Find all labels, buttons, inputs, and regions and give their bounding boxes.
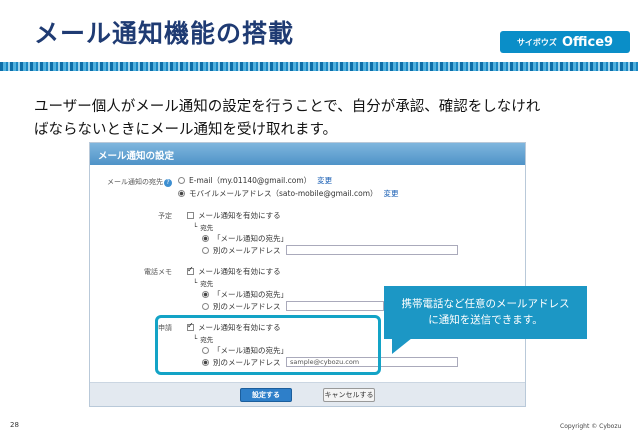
- schedule-enable-checkbox[interactable]: [187, 211, 194, 219]
- schedule-other-email-input[interactable]: [286, 245, 458, 255]
- copyright-text: Copyright © Cybozu: [560, 423, 622, 430]
- panel-footer: 設定する キャンセルする: [90, 382, 525, 406]
- schedule-radio-other[interactable]: [202, 246, 209, 254]
- help-icon[interactable]: ?: [164, 179, 172, 187]
- logo-small-text: サイボウズ: [516, 37, 557, 47]
- callout-line-1: 携帯電話など任意のメールアドレス: [401, 298, 570, 310]
- phone-memo-opt-default[interactable]: 「メール通知の宛先」: [202, 288, 288, 300]
- callout-tail: [392, 338, 412, 354]
- schedule-opt-other[interactable]: 別のメールアドレス: [202, 244, 281, 256]
- slide-title: メール通知機能の搭載: [34, 19, 295, 48]
- phone-memo-radio-default[interactable]: [202, 290, 209, 298]
- panel-title: メール通知の設定: [90, 143, 525, 165]
- radio-mobile[interactable]: [178, 189, 185, 197]
- phone-memo-enable-checkbox[interactable]: [187, 265, 194, 275]
- schedule-radio-default[interactable]: [202, 234, 209, 242]
- save-button[interactable]: 設定する: [240, 388, 292, 402]
- cancel-button[interactable]: キャンセルする: [323, 388, 375, 402]
- callout-line-2: に通知を送信できます。: [428, 314, 543, 326]
- recipient-option-email[interactable]: E-mail（my.01140@gmail.com） 変更: [178, 174, 332, 186]
- section-label-phone-memo: 電話メモ: [144, 268, 172, 276]
- intro-line-2: ばならないときにメール通知を受け取れます。: [34, 122, 338, 138]
- intro-line-1: ユーザー個人がメール通知の設定を行うことで、自分が承認、確認をしなけれ: [34, 99, 541, 115]
- section-label-schedule: 予定: [158, 212, 172, 220]
- schedule-opt-default[interactable]: 「メール通知の宛先」: [202, 232, 288, 244]
- recipient-label: メール通知の宛先?: [92, 177, 172, 187]
- phone-memo-opt-other[interactable]: 別のメールアドレス: [202, 300, 281, 312]
- phone-memo-enable[interactable]: メール通知を有効にする: [187, 265, 281, 277]
- recipient-option-mobile[interactable]: モバイルメールアドレス（sato-mobile@gmail.com） 変更: [178, 187, 399, 199]
- radio-email[interactable]: [178, 176, 185, 184]
- cybozu-office-logo: サイボウズ Office9: [500, 31, 630, 53]
- page-number: 28: [10, 421, 19, 429]
- highlight-frame: [155, 315, 381, 375]
- change-email-link[interactable]: 変更: [317, 175, 332, 186]
- phone-memo-other-email-input[interactable]: [286, 301, 384, 311]
- header-stripe: [0, 62, 638, 71]
- callout-box: 携帯電話など任意のメールアドレス に通知を送信できます。: [384, 286, 587, 339]
- change-mobile-link[interactable]: 変更: [384, 188, 399, 199]
- intro-text: ユーザー個人がメール通知の設定を行うことで、自分が承認、確認をしなけれ ばならな…: [34, 96, 604, 142]
- phone-memo-radio-other[interactable]: [202, 302, 209, 310]
- schedule-enable[interactable]: メール通知を有効にする: [187, 209, 281, 221]
- logo-main-text: Office9: [561, 34, 614, 50]
